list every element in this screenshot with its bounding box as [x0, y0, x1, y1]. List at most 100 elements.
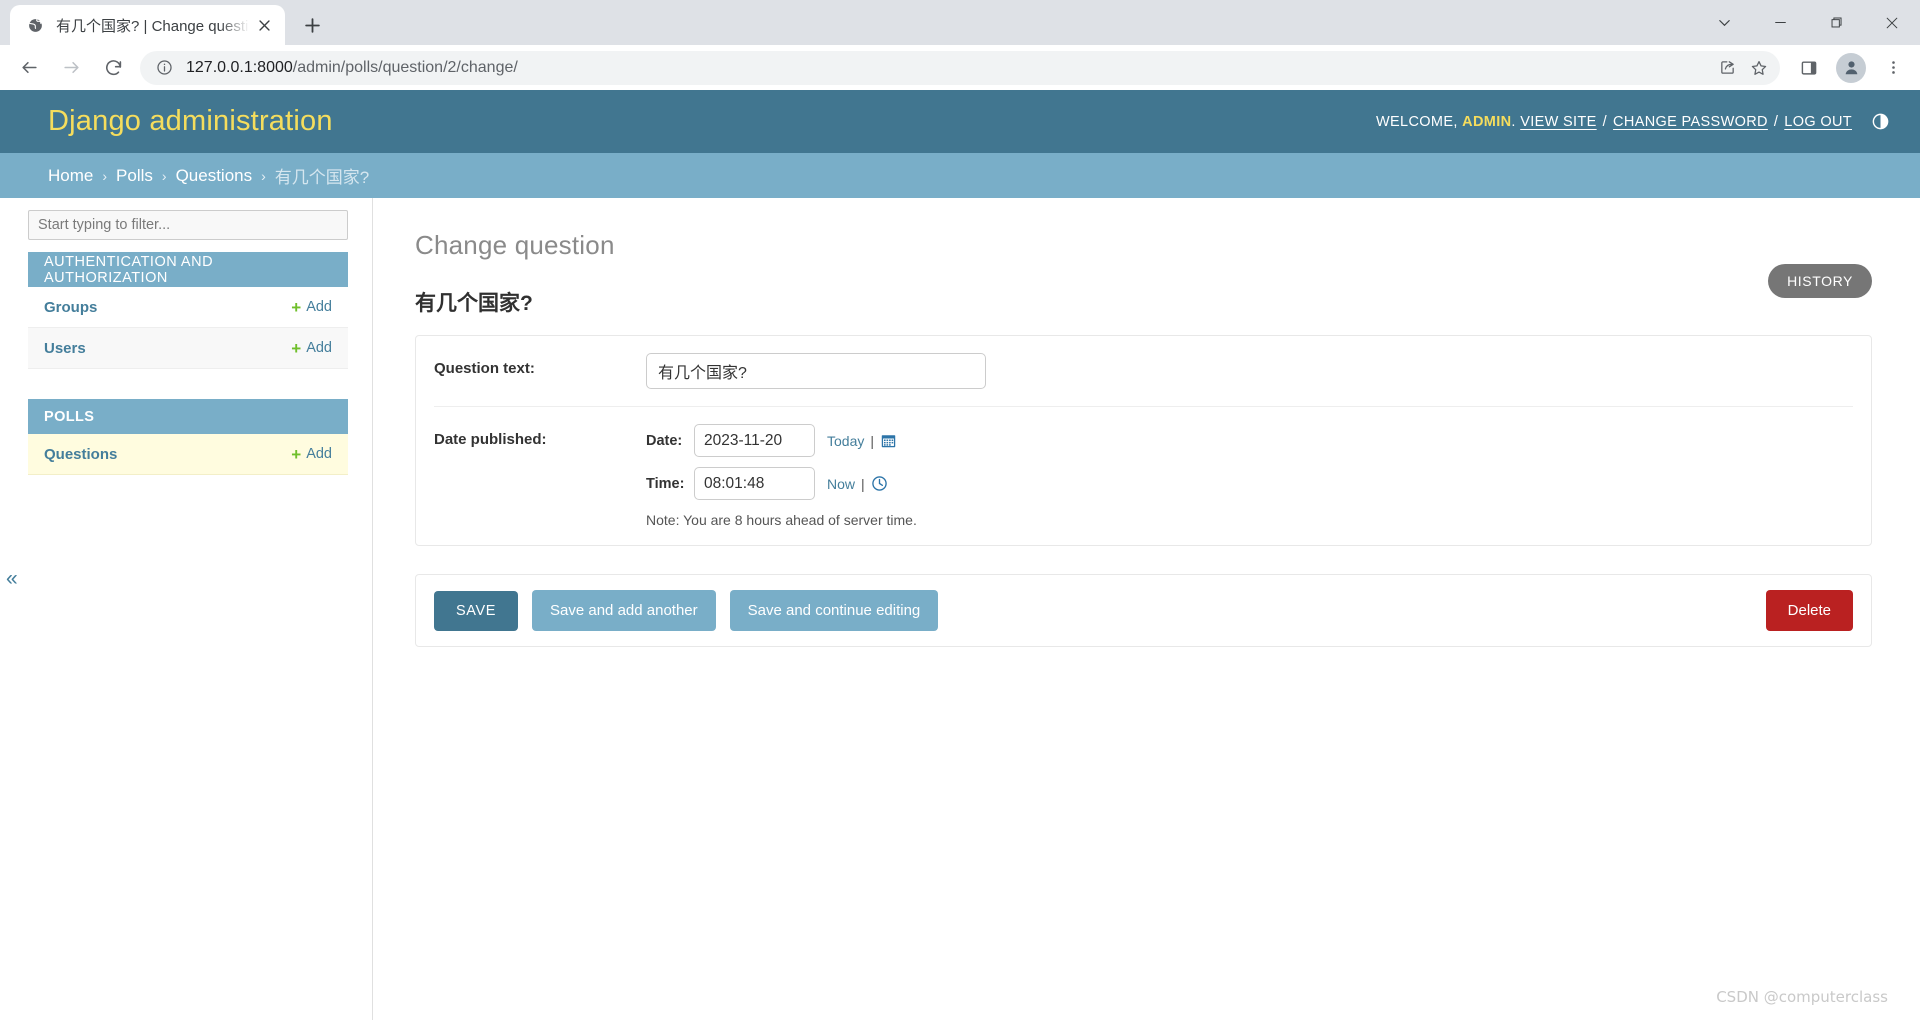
- breadcrumb-separator-2: ›: [161, 167, 167, 184]
- delete-button[interactable]: Delete: [1765, 590, 1853, 631]
- watermark: CSDN @computerclass: [1716, 988, 1888, 1006]
- user-tools: WELCOME, ADMIN. VIEW SITE / CHANGE PASSW…: [1376, 112, 1890, 132]
- window-maximize-icon[interactable]: [1808, 0, 1864, 45]
- save-and-continue-button[interactable]: Save and continue editing: [729, 590, 939, 631]
- today-link[interactable]: Today: [827, 433, 864, 449]
- star-icon[interactable]: [1744, 53, 1774, 83]
- form-row-question-text: Question text:: [434, 336, 1853, 407]
- page-title: Change question: [415, 230, 615, 260]
- now-link[interactable]: Now: [827, 476, 855, 492]
- breadcrumb-separator-1: ›: [102, 167, 108, 184]
- add-groups-link[interactable]: + Add: [291, 299, 332, 316]
- three-dot-menu-icon[interactable]: [1874, 49, 1912, 87]
- profile-avatar-icon[interactable]: [1836, 52, 1866, 83]
- save-button[interactable]: SAVE: [434, 590, 519, 631]
- sidebar-filter-input[interactable]: [28, 210, 348, 240]
- label-date-published: Date published:: [434, 431, 547, 448]
- new-tab-button[interactable]: [295, 8, 329, 42]
- label-question-text: Question text:: [434, 360, 535, 377]
- url-path: /admin/polls/question/2/change/: [292, 58, 518, 76]
- window-controls: [1696, 0, 1920, 45]
- timezone-note: Note: You are 8 hours ahead of server ti…: [646, 512, 917, 528]
- add-label-questions: Add: [306, 446, 332, 462]
- plus-icon: +: [291, 444, 302, 464]
- clock-icon[interactable]: [871, 475, 888, 492]
- add-questions-link[interactable]: + Add: [291, 446, 332, 463]
- tab-strip: 有几个国家? | Change questio: [0, 0, 1920, 45]
- sidebar-item-users[interactable]: Users + Add: [28, 328, 348, 369]
- breadcrumb-home[interactable]: Home: [48, 166, 93, 186]
- close-icon[interactable]: [253, 14, 275, 36]
- sidebar-item-groups[interactable]: Groups + Add: [28, 287, 348, 328]
- window-chevron-down-icon[interactable]: [1696, 0, 1752, 45]
- back-arrow-icon[interactable]: [10, 49, 48, 87]
- username-label: ADMIN: [1462, 113, 1512, 130]
- sidebar-collapse-toggle[interactable]: «: [6, 568, 18, 589]
- app-block-auth: AUTHENTICATION AND AUTHORIZATION Groups …: [28, 252, 348, 399]
- app-block-polls: POLLS Questions + Add: [28, 399, 348, 475]
- breadcrumb-polls[interactable]: Polls: [116, 166, 153, 186]
- submit-row: SAVE Save and add another Save and conti…: [415, 574, 1872, 647]
- breadcrumb: Home › Polls › Questions › 有几个国家?: [0, 153, 1920, 198]
- forward-arrow-icon[interactable]: [52, 49, 90, 87]
- history-button[interactable]: HISTORY: [1768, 264, 1872, 298]
- time-shortcuts: Now |: [827, 475, 888, 492]
- date-input[interactable]: [694, 424, 815, 457]
- address-bar[interactable]: 127.0.0.1:8000/admin/polls/question/2/ch…: [140, 50, 1780, 85]
- date-shortcuts: Today |: [827, 432, 897, 449]
- main-content: Change question HISTORY 有几个国家? Question …: [373, 198, 1920, 1020]
- plus-icon: +: [291, 297, 302, 317]
- address-bar-url: 127.0.0.1:8000/admin/polls/question/2/ch…: [186, 59, 1710, 77]
- breadcrumb-questions[interactable]: Questions: [176, 166, 253, 186]
- welcome-text: WELCOME,: [1375, 113, 1458, 130]
- page-body: AUTHENTICATION AND AUTHORIZATION Groups …: [0, 198, 1920, 1020]
- change-password-link[interactable]: CHANGE PASSWORD: [1613, 114, 1768, 130]
- model-label-groups[interactable]: Groups: [44, 299, 97, 316]
- date-line: Date: Today |: [646, 424, 917, 457]
- browser-tab[interactable]: 有几个国家? | Change questio: [10, 5, 285, 45]
- app-caption-auth[interactable]: AUTHENTICATION AND AUTHORIZATION: [28, 252, 348, 287]
- toolbar-right-group: [1788, 49, 1912, 87]
- datetime-widget: Date: Today |: [646, 424, 917, 528]
- django-header: Django administration WELCOME, ADMIN. VI…: [0, 90, 1920, 153]
- info-circle-icon[interactable]: [154, 58, 174, 78]
- browser-toolbar: 127.0.0.1:8000/admin/polls/question/2/ch…: [0, 45, 1920, 90]
- object-title: 有几个国家?: [415, 292, 533, 315]
- django-admin-page: Django administration WELCOME, ADMIN. VI…: [0, 90, 1920, 1020]
- sidebar-item-questions[interactable]: Questions + Add: [28, 434, 348, 475]
- usertools-separator-2: /: [1773, 113, 1779, 130]
- app-caption-polls[interactable]: POLLS: [28, 399, 348, 434]
- label-time: Time:: [646, 475, 685, 492]
- calendar-icon[interactable]: [880, 432, 897, 449]
- globe-icon: [26, 16, 45, 35]
- window-minimize-icon[interactable]: [1752, 0, 1808, 45]
- site-branding[interactable]: Django administration: [48, 105, 333, 138]
- side-panel-icon[interactable]: [1790, 49, 1828, 87]
- breadcrumb-current: 有几个国家?: [274, 168, 370, 187]
- plus-icon: +: [291, 338, 302, 358]
- time-input[interactable]: [694, 467, 815, 500]
- model-label-questions[interactable]: Questions: [44, 446, 117, 463]
- log-out-link[interactable]: LOG OUT: [1784, 114, 1852, 130]
- reload-icon[interactable]: [94, 49, 132, 87]
- admin-sidebar: AUTHENTICATION AND AUTHORIZATION Groups …: [0, 198, 373, 1020]
- change-form-module: Question text: Date published: Date: Tod…: [415, 335, 1872, 546]
- question-text-input[interactable]: [646, 353, 986, 389]
- add-label-users: Add: [306, 340, 332, 356]
- submit-buttons-group: SAVE Save and add another Save and conti…: [434, 590, 939, 631]
- add-label-groups: Add: [306, 299, 332, 315]
- time-line: Time: Now |: [646, 467, 917, 500]
- save-and-add-another-button[interactable]: Save and add another: [532, 590, 716, 631]
- usertools-separator-1: /: [1602, 113, 1608, 130]
- theme-toggle-icon[interactable]: [1870, 112, 1890, 132]
- breadcrumb-separator-3: ›: [261, 167, 266, 184]
- url-host: 127.0.0.1:8000: [186, 58, 293, 76]
- shortcut-divider: |: [861, 475, 865, 492]
- window-close-icon[interactable]: [1864, 0, 1920, 45]
- model-label-users[interactable]: Users: [44, 340, 86, 357]
- share-icon[interactable]: [1712, 53, 1742, 83]
- label-date: Date:: [646, 432, 683, 449]
- view-site-link[interactable]: VIEW SITE: [1520, 114, 1596, 130]
- add-users-link[interactable]: + Add: [291, 340, 332, 357]
- form-row-date-published: Date published: Date: Today |: [434, 407, 1853, 545]
